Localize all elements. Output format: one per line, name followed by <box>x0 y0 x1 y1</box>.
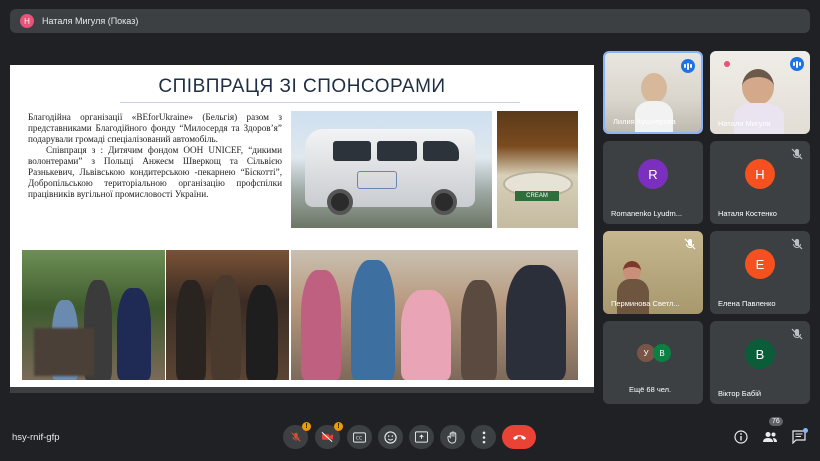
participant-tile[interactable]: Лилия Кушнерова <box>603 51 703 134</box>
slide-paragraph-1: Благодійна організації «BEforUkraine» (Б… <box>28 112 282 144</box>
van-windshield <box>423 141 459 161</box>
children-photo <box>291 250 578 380</box>
chat-button[interactable] <box>790 428 808 446</box>
mic-off-icon <box>791 328 803 340</box>
info-icon <box>734 430 748 444</box>
leave-call-button[interactable] <box>502 425 536 449</box>
van-photo <box>291 111 492 228</box>
svg-text:CC: CC <box>356 435 362 441</box>
participants-count-badge: 76 <box>769 417 783 426</box>
emoji-icon <box>384 430 397 444</box>
person-figure <box>351 260 395 380</box>
mic-off-icon <box>791 238 803 250</box>
participant-tile[interactable]: Н Наталя Костенко <box>710 141 810 224</box>
participant-name: Віктор Бабій <box>718 389 762 398</box>
mic-toggle-button[interactable]: ! <box>283 422 311 449</box>
participant-name: Наталя Костенко <box>718 209 777 218</box>
shared-screen: СПІВПРАЦЯ ЗІ СПОНСОРАМИ Благодійна орган… <box>10 65 594 393</box>
notification-dot <box>803 428 808 433</box>
participant-tile[interactable]: Перминова Светл... <box>603 231 703 314</box>
bottom-bar: hsy-rnif-gfp ! ! CC 76 <box>0 417 820 456</box>
mic-off-icon <box>684 238 696 250</box>
person-figure <box>401 290 451 380</box>
van-logo <box>357 171 397 189</box>
blurred-area <box>34 328 94 376</box>
participant-avatar: В <box>745 339 775 369</box>
more-options-button[interactable] <box>471 425 496 449</box>
camera-toggle-button[interactable]: ! <box>315 422 343 449</box>
participant-avatar: Е <box>745 249 775 279</box>
person-figure <box>176 280 206 380</box>
van-shape <box>305 129 475 215</box>
van-wheel <box>431 189 457 215</box>
participant-avatar: R <box>638 159 668 189</box>
family-photo <box>22 250 165 380</box>
slide-body: Благодійна організації «BEforUkraine» (Б… <box>28 112 282 200</box>
slide-bottom-stripe <box>10 387 594 393</box>
van-wheel <box>327 189 353 215</box>
reactions-button[interactable] <box>378 425 403 449</box>
participant-name: Лилия Кушнерова <box>613 117 676 126</box>
speaking-indicator-icon <box>790 57 804 71</box>
mic-off-icon <box>290 432 301 442</box>
meeting-details-button[interactable] <box>732 428 750 446</box>
speaking-indicator-icon <box>681 59 695 73</box>
participant-name: Наталя Мигуля <box>718 119 771 128</box>
participant-avatar: Н <box>745 159 775 189</box>
person-figure <box>301 270 341 380</box>
hand-icon <box>446 430 456 444</box>
van-window <box>333 141 371 161</box>
presenter-avatar: Н <box>20 14 34 28</box>
title-underline <box>120 102 520 103</box>
captions-icon: CC <box>353 431 366 443</box>
participant-name: Romanenko Lyudm... <box>611 209 683 218</box>
person-figure <box>211 275 241 380</box>
person-figure <box>506 265 566 380</box>
meeting-code: hsy-rnif-gfp <box>12 432 60 443</box>
participant-tile[interactable]: Е Елена Павленко <box>710 231 810 314</box>
present-screen-icon <box>415 431 428 443</box>
present-button[interactable] <box>409 425 434 449</box>
van-window <box>377 141 417 161</box>
slide-paragraph-2: Співпраця з : Дитячим фондом ООН UNICEF,… <box>28 145 282 199</box>
presenter-bar: Н Наталя Мигуля (Показ) <box>10 9 810 33</box>
camera-off-icon <box>321 432 334 442</box>
person-figure <box>246 285 278 380</box>
more-participants-tile[interactable]: У В Ещё 68 чел. <box>603 321 703 404</box>
participant-tile[interactable]: Наталя Мигуля <box>710 51 810 134</box>
participant-name: Перминова Светл... <box>611 299 680 308</box>
more-avatar: В <box>653 344 671 362</box>
warning-badge: ! <box>302 422 311 431</box>
slide-title: СПІВПРАЦЯ ЗІ СПОНСОРАМИ <box>158 76 446 97</box>
participant-name: Елена Павленко <box>718 299 776 308</box>
participant-tile[interactable]: В Віктор Бабій <box>710 321 810 404</box>
more-vert-icon <box>482 431 485 443</box>
warning-badge: ! <box>334 422 343 431</box>
raise-hand-button[interactable] <box>440 425 465 449</box>
people-button[interactable] <box>761 428 779 446</box>
more-participants-label: Ещё 68 чел. <box>629 385 672 394</box>
mic-off-icon <box>791 148 803 160</box>
person-figure <box>117 288 151 380</box>
captions-button[interactable]: CC <box>347 425 372 449</box>
participant-tile[interactable]: R Romanenko Lyudm... <box>603 141 703 224</box>
person-figure <box>461 280 497 380</box>
dessert-photo: CREAM <box>497 111 578 228</box>
crowd-photo <box>166 250 289 380</box>
hang-up-icon <box>512 435 526 440</box>
jar-label: CREAM <box>515 191 559 201</box>
people-icon <box>763 432 777 442</box>
presenter-title: Наталя Мигуля (Показ) <box>42 16 139 26</box>
